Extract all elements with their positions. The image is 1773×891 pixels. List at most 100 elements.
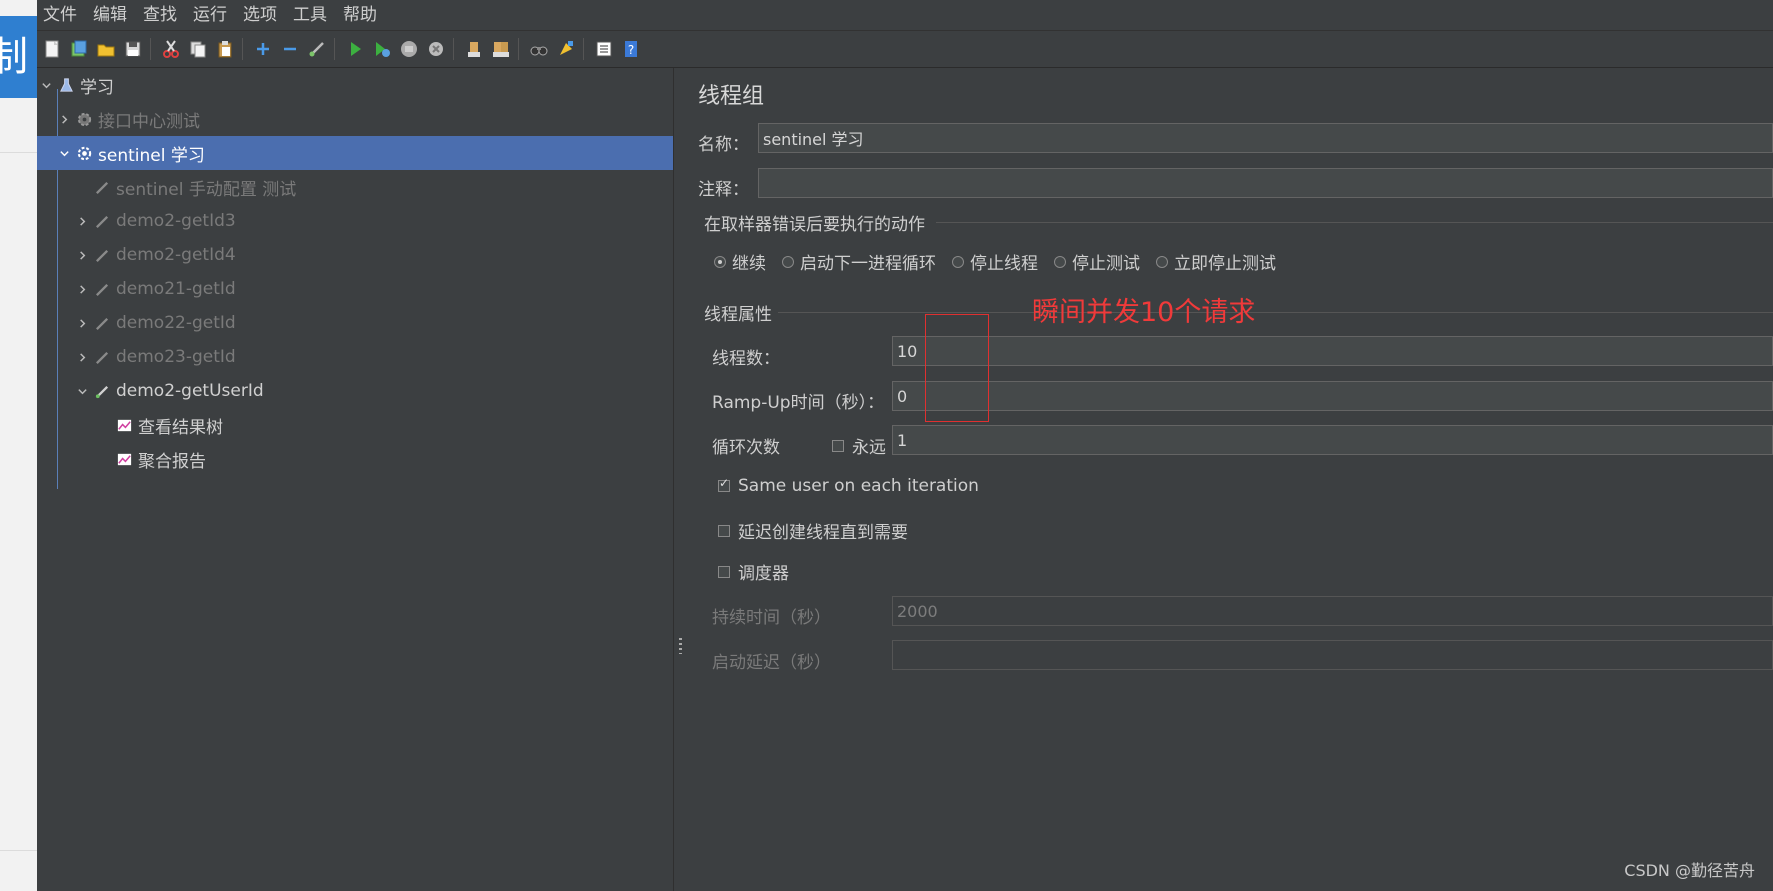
tree-item-demo2-getuserid[interactable]: demo2-getUserId bbox=[75, 374, 264, 408]
annotation-text: 瞬间并发10个请求 bbox=[1032, 297, 1256, 328]
delay-thread-creation-checkbox[interactable]: 延迟创建线程直到需要 bbox=[718, 518, 908, 543]
sampler-pen-icon bbox=[93, 348, 111, 366]
checkbox-indicator[interactable] bbox=[718, 524, 730, 537]
radio-indicator[interactable] bbox=[952, 255, 964, 268]
radio-indicator[interactable] bbox=[1054, 255, 1066, 268]
checkbox-indicator[interactable] bbox=[832, 439, 844, 452]
scheduler-checkbox[interactable]: 调度器 bbox=[718, 559, 789, 584]
new-icon[interactable] bbox=[40, 37, 64, 61]
startup-delay-label: 启动延迟（秒） bbox=[712, 653, 831, 673]
radio-indicator[interactable] bbox=[1156, 255, 1168, 268]
startup-delay-field[interactable] bbox=[892, 640, 1773, 670]
radio-continue[interactable]: 继续 bbox=[714, 249, 766, 274]
chevron-right-icon[interactable] bbox=[75, 214, 89, 228]
menu-tools[interactable]: 工具 bbox=[293, 0, 327, 30]
page-title: 线程组 bbox=[698, 84, 765, 109]
tree-item-view-results-tree[interactable]: 查看结果树 bbox=[115, 408, 223, 442]
tree-item-demo21-getid[interactable]: demo21-getId bbox=[75, 272, 236, 306]
tree-item-label: demo2-getUserId bbox=[116, 381, 264, 401]
tree-item-demo22-getid[interactable]: demo22-getId bbox=[75, 306, 236, 340]
chevron-right-icon[interactable] bbox=[75, 316, 89, 330]
menu-search[interactable]: 查找 bbox=[143, 0, 177, 30]
open-icon[interactable] bbox=[94, 37, 118, 61]
copy-icon[interactable] bbox=[186, 37, 210, 61]
chevron-down-icon[interactable] bbox=[57, 146, 71, 160]
chevron-right-icon[interactable] bbox=[75, 350, 89, 364]
tree-item-label: demo22-getId bbox=[116, 313, 236, 333]
tree-item-sentinel-selected[interactable]: sentinel 学习 bbox=[37, 136, 673, 170]
rampup-field[interactable] bbox=[892, 381, 1773, 411]
loop-count-label: 循环次数 bbox=[712, 438, 780, 458]
svg-text:?: ? bbox=[628, 43, 634, 57]
clear-icon[interactable] bbox=[462, 37, 486, 61]
start-icon[interactable] bbox=[343, 37, 367, 61]
function-helper-icon[interactable] bbox=[592, 37, 616, 61]
chevron-down-icon[interactable] bbox=[39, 78, 53, 92]
tree-item-demo2-getid4[interactable]: demo2-getId4 bbox=[75, 238, 236, 272]
thread-group-gear-icon bbox=[75, 144, 93, 162]
loop-count-field[interactable] bbox=[892, 425, 1773, 455]
help-icon[interactable]: ? bbox=[619, 37, 643, 61]
delay-label: 延迟创建线程直到需要 bbox=[738, 523, 908, 543]
rampup-label: Ramp-Up时间（秒）： bbox=[712, 393, 885, 413]
tree-item-label: demo21-getId bbox=[116, 279, 236, 299]
radio-stop-test-now[interactable]: 立即停止测试 bbox=[1156, 249, 1276, 274]
toggle-icon[interactable] bbox=[305, 37, 329, 61]
thread-group-gear-icon bbox=[75, 110, 93, 128]
tree-item-aggregate-report[interactable]: 聚合报告 bbox=[115, 442, 206, 476]
threads-field[interactable] bbox=[892, 336, 1773, 366]
radio-indicator[interactable] bbox=[782, 255, 794, 268]
toolbar-separator bbox=[453, 38, 454, 60]
reset-search-icon[interactable] bbox=[554, 37, 578, 61]
checkbox-indicator[interactable] bbox=[718, 565, 730, 578]
radio-stop-thread[interactable]: 停止线程 bbox=[952, 249, 1038, 274]
chevron-right-icon[interactable] bbox=[57, 112, 71, 126]
tree-item-demo2-getid3[interactable]: demo2-getId3 bbox=[75, 204, 236, 238]
radio-start-next-loop[interactable]: 启动下一进程循环 bbox=[782, 249, 936, 274]
tree-item-interface-test[interactable]: 接口中心测试 bbox=[57, 102, 200, 136]
radio-stop-test[interactable]: 停止测试 bbox=[1054, 249, 1140, 274]
duration-field[interactable] bbox=[892, 596, 1773, 626]
comment-field[interactable] bbox=[758, 168, 1773, 198]
tree-item-sentinel-manual[interactable]: sentinel 手动配置 测试 bbox=[93, 170, 296, 204]
collapse-icon[interactable] bbox=[278, 37, 302, 61]
strip-divider-top bbox=[0, 152, 37, 153]
search-icon[interactable] bbox=[527, 37, 551, 61]
stop-icon[interactable] bbox=[397, 37, 421, 61]
menu-edit[interactable]: 编辑 bbox=[93, 0, 127, 30]
error-action-radio-group: 继续 启动下一进程循环 停止线程 停止测试 立即停止测试 bbox=[714, 249, 1292, 274]
paste-icon[interactable] bbox=[213, 37, 237, 61]
save-icon[interactable] bbox=[121, 37, 145, 61]
tree-root[interactable]: 学习 bbox=[39, 68, 114, 102]
clear-all-icon[interactable] bbox=[489, 37, 513, 61]
toolbar-separator bbox=[150, 38, 151, 60]
menu-options[interactable]: 选项 bbox=[243, 0, 277, 30]
background-badge: 制 bbox=[0, 16, 37, 98]
sampler-pen-icon bbox=[93, 212, 111, 230]
listener-chart-icon bbox=[115, 416, 133, 434]
cut-icon[interactable] bbox=[159, 37, 183, 61]
chevron-down-icon[interactable] bbox=[75, 384, 89, 398]
drag-handle-icon[interactable] bbox=[679, 638, 682, 654]
tree-item-demo23-getid[interactable]: demo23-getId bbox=[75, 340, 236, 374]
radio-indicator[interactable] bbox=[714, 255, 726, 268]
menu-help[interactable]: 帮助 bbox=[343, 0, 377, 30]
same-user-checkbox[interactable]: Same user on each iteration bbox=[718, 476, 979, 496]
name-field[interactable] bbox=[758, 123, 1773, 153]
expand-icon[interactable] bbox=[251, 37, 275, 61]
radio-label: 启动下一进程循环 bbox=[800, 254, 936, 274]
templates-icon[interactable] bbox=[67, 37, 91, 61]
menu-run[interactable]: 运行 bbox=[193, 0, 227, 30]
menu-file[interactable]: 文件 bbox=[43, 0, 77, 30]
forever-checkbox[interactable]: 永远 bbox=[832, 433, 886, 458]
chevron-right-icon[interactable] bbox=[75, 282, 89, 296]
radio-label: 继续 bbox=[732, 254, 766, 274]
menubar: 文件 编辑 查找 运行 选项 工具 帮助 bbox=[37, 0, 1773, 31]
toolbar: ? bbox=[37, 31, 1773, 68]
split-pane-divider[interactable] bbox=[673, 68, 689, 891]
threads-label: 线程数： bbox=[712, 349, 780, 369]
shutdown-icon[interactable] bbox=[424, 37, 448, 61]
start-no-pause-icon[interactable] bbox=[370, 37, 394, 61]
checkbox-indicator[interactable] bbox=[718, 476, 730, 492]
chevron-right-icon[interactable] bbox=[75, 248, 89, 262]
